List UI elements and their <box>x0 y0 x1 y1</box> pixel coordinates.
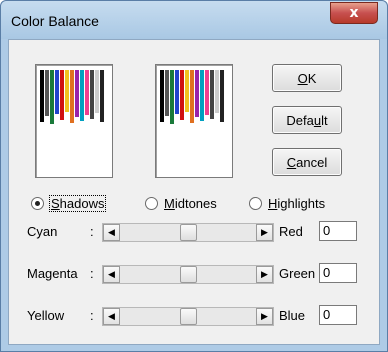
original-preview-stripes <box>40 70 105 124</box>
blue-value-field[interactable]: 0 <box>319 305 357 325</box>
radio-midtones-label: Midtones <box>164 195 217 211</box>
color-stripe <box>180 70 184 120</box>
radio-midtones-indicator[interactable] <box>145 196 158 210</box>
color-stripe <box>65 70 69 112</box>
color-stripe <box>90 70 94 119</box>
color-stripe <box>215 70 219 113</box>
magenta-label: Magenta <box>27 266 78 281</box>
yellow-blue-slider[interactable]: ◀ ▶ <box>102 307 274 326</box>
ok-button[interactable]: OK <box>272 64 342 92</box>
radio-shadows[interactable]: Shadows <box>31 194 107 212</box>
cancel-button-mnemonic: C <box>286 154 297 170</box>
radio-shadows-label: Shadows <box>48 194 107 212</box>
color-stripe <box>80 70 84 121</box>
default-button-mnemonic: u <box>313 112 322 128</box>
color-stripe <box>85 70 89 115</box>
cancel-button[interactable]: Cancel <box>272 148 342 176</box>
blue-label: Blue <box>279 308 306 323</box>
color-stripe <box>70 70 74 123</box>
slider-track[interactable] <box>120 266 256 283</box>
cyan-red-slider[interactable]: ◀ ▶ <box>102 223 274 242</box>
default-button-label-suffix: lt <box>321 112 328 128</box>
yellow-separator: : <box>90 308 94 323</box>
default-button-label-prefix: Defa <box>286 112 314 128</box>
slider-thumb[interactable] <box>179 308 197 325</box>
color-stripe <box>100 70 104 122</box>
color-stripe <box>160 70 164 122</box>
color-stripe <box>165 70 169 116</box>
close-icon: x <box>349 5 359 21</box>
window-title: Color Balance <box>11 13 99 29</box>
color-stripe <box>60 70 64 120</box>
color-stripe <box>195 70 199 117</box>
cancel-button-label-suffix: ancel <box>296 154 328 170</box>
color-stripe <box>220 70 224 122</box>
red-label: Red <box>279 224 303 239</box>
original-preview <box>35 64 113 178</box>
slider-right-arrow-icon[interactable]: ▶ <box>256 308 273 325</box>
color-stripe <box>170 70 174 124</box>
slider-left-arrow-icon[interactable]: ◀ <box>103 266 120 283</box>
color-stripe <box>175 70 179 114</box>
yellow-label: Yellow <box>27 308 65 323</box>
radio-highlights[interactable]: Highlights <box>249 195 325 211</box>
close-button[interactable]: x <box>330 2 378 24</box>
default-button[interactable]: Defa u lt <box>272 106 342 134</box>
radio-highlights-label: Highlights <box>268 195 326 211</box>
title-bar[interactable]: Color Balance x <box>1 1 387 39</box>
color-stripe <box>95 70 99 113</box>
ok-button-mnemonic: O <box>297 70 308 86</box>
adjusted-preview <box>155 64 233 178</box>
slider-right-arrow-icon[interactable]: ▶ <box>256 266 273 283</box>
radio-shadows-indicator[interactable] <box>31 196 44 210</box>
radio-highlights-indicator[interactable] <box>249 196 262 210</box>
color-stripe <box>210 70 214 119</box>
slider-thumb[interactable] <box>179 266 197 283</box>
slider-left-arrow-icon[interactable]: ◀ <box>103 224 120 241</box>
magenta-green-slider[interactable]: ◀ ▶ <box>102 265 274 284</box>
slider-track[interactable] <box>120 308 256 325</box>
green-label: Green <box>279 266 316 281</box>
slider-track[interactable] <box>120 224 256 241</box>
slider-thumb[interactable] <box>179 224 197 241</box>
color-stripe <box>75 70 79 117</box>
color-stripe <box>205 70 209 115</box>
magenta-separator: : <box>90 266 94 281</box>
slider-right-arrow-icon[interactable]: ▶ <box>256 224 273 241</box>
color-stripe <box>50 70 54 124</box>
green-value-field[interactable]: 0 <box>319 263 357 283</box>
red-value-field[interactable]: 0 <box>319 221 357 241</box>
adjusted-preview-stripes <box>160 70 225 124</box>
color-stripe <box>55 70 59 114</box>
cyan-separator: : <box>90 224 94 239</box>
color-stripe <box>185 70 189 112</box>
slider-left-arrow-icon[interactable]: ◀ <box>103 308 120 325</box>
color-stripe <box>45 70 49 116</box>
radio-midtones[interactable]: Midtones <box>145 195 217 211</box>
color-stripe <box>40 70 44 122</box>
color-balance-window: Color Balance x OK Defa u lt Cancel Shadow… <box>0 0 388 352</box>
color-stripe <box>190 70 194 123</box>
color-stripe <box>200 70 204 121</box>
ok-button-label-suffix: K <box>307 70 317 86</box>
cyan-label: Cyan <box>27 224 58 239</box>
dialog-client-area: OK Defa u lt Cancel Shadows Midtones Highl… <box>8 39 380 345</box>
